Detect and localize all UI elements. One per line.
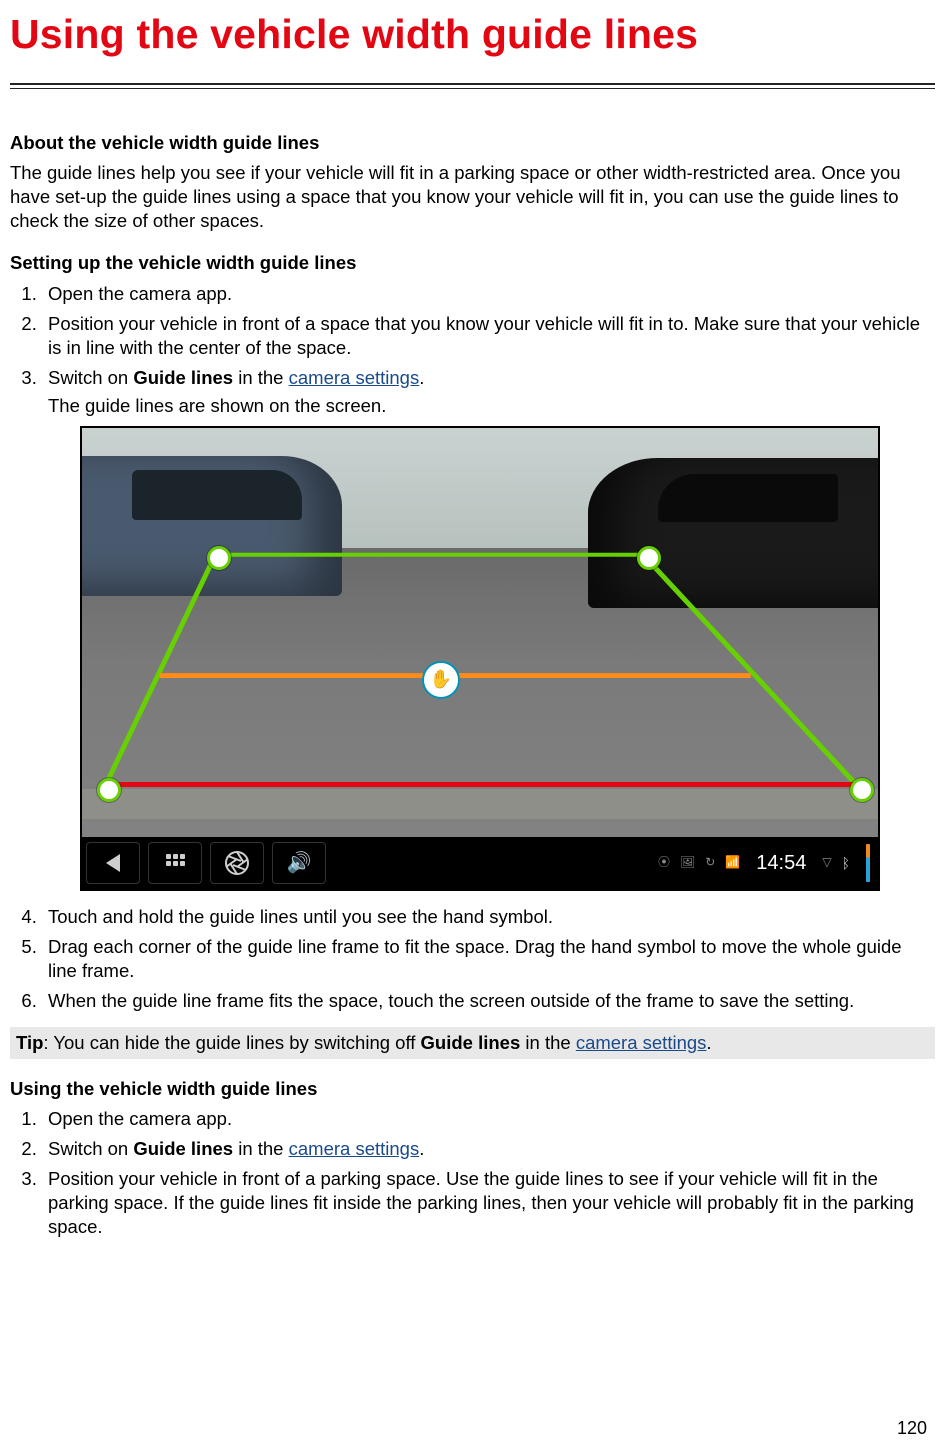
step-bold: Guide lines: [133, 1138, 233, 1159]
list-item: Position your vehicle in front of a park…: [42, 1167, 935, 1239]
guide-handle-bottom-right[interactable]: [850, 778, 874, 802]
screenshot-parked-car-right: [588, 458, 880, 608]
guide-handle-top-left[interactable]: [207, 546, 231, 570]
signal-icon: 📶: [725, 855, 740, 871]
list-item: Open the camera app.: [42, 1107, 935, 1131]
tip-text: .: [706, 1032, 711, 1053]
list-item: Drag each corner of the guide line frame…: [42, 935, 935, 983]
bluetooth-icon: ᛒ: [842, 854, 850, 872]
apps-icon: [165, 853, 185, 873]
status-bar: 🔊 ⦿ 🖼 ↻ 📶 14:54 ▽ ᛒ: [82, 837, 878, 889]
step-text: .: [419, 367, 424, 388]
tip-box: Tip: You can hide the guide lines by swi…: [10, 1027, 935, 1059]
camera-settings-link[interactable]: camera settings: [289, 367, 420, 388]
volume-button[interactable]: 🔊: [272, 842, 326, 884]
tip-text: in the: [520, 1032, 576, 1053]
list-item: Position your vehicle in front of a spac…: [42, 312, 935, 360]
page-title: Using the vehicle width guide lines: [10, 8, 935, 61]
step-text: in the: [233, 367, 289, 388]
step-text: in the: [233, 1138, 289, 1159]
camera-settings-link[interactable]: camera settings: [576, 1032, 707, 1053]
status-icons: ⦿ 🖼 ↻ 📶 14:54 ▽ ᛒ: [658, 844, 878, 882]
step-text: Switch on: [48, 1138, 133, 1159]
status-time: 14:54: [756, 850, 806, 876]
apps-button[interactable]: [148, 842, 202, 884]
list-item: Touch and hold the guide lines until you…: [42, 905, 935, 929]
gps-icon: ⦿: [658, 855, 670, 871]
tip-text: : You can hide the guide lines by switch…: [43, 1032, 420, 1053]
shutter-button[interactable]: [210, 842, 264, 884]
guide-handle-bottom-left[interactable]: [97, 778, 121, 802]
aperture-icon: [224, 850, 250, 876]
section-heading-using: Using the vehicle width guide lines: [10, 1077, 935, 1101]
guide-handle-top-right[interactable]: [637, 546, 661, 570]
step-text: Switch on: [48, 367, 133, 388]
section-heading-about: About the vehicle width guide lines: [10, 131, 935, 155]
title-divider: [10, 83, 935, 89]
camera-screenshot: ✋: [80, 426, 880, 891]
hand-icon: ✋: [430, 668, 452, 691]
camera-settings-link[interactable]: camera settings: [289, 1138, 420, 1159]
image-icon: 🖼: [680, 855, 695, 871]
list-item: Open the camera app.: [42, 282, 935, 306]
screenshot-curb: [82, 789, 878, 819]
back-button[interactable]: [86, 842, 140, 884]
tip-label: Tip: [16, 1032, 43, 1053]
back-icon: [106, 854, 120, 872]
list-item: Switch on Guide lines in the camera sett…: [42, 1137, 935, 1161]
guide-move-handle[interactable]: ✋: [422, 661, 460, 699]
setup-steps-list: Open the camera app. Position your vehic…: [10, 282, 935, 1013]
list-item: When the guide line frame fits the space…: [42, 989, 935, 1013]
tip-bold: Guide lines: [421, 1032, 521, 1053]
step-bold: Guide lines: [133, 367, 233, 388]
speaker-icon: 🔊: [287, 850, 312, 876]
battery-indicator: [866, 844, 870, 882]
step-text: .: [419, 1138, 424, 1159]
using-steps-list: Open the camera app. Switch on Guide lin…: [10, 1107, 935, 1239]
screenshot-parked-car-left: [80, 456, 342, 596]
step-sub: The guide lines are shown on the screen.: [48, 394, 935, 418]
page-number: 120: [897, 1417, 927, 1440]
section-heading-setup: Setting up the vehicle width guide lines: [10, 251, 935, 275]
wifi-icon: ▽: [822, 855, 831, 871]
about-paragraph: The guide lines help you see if your veh…: [10, 161, 935, 233]
sync-icon: ↻: [705, 855, 715, 871]
list-item: Switch on Guide lines in the camera sett…: [42, 366, 935, 891]
